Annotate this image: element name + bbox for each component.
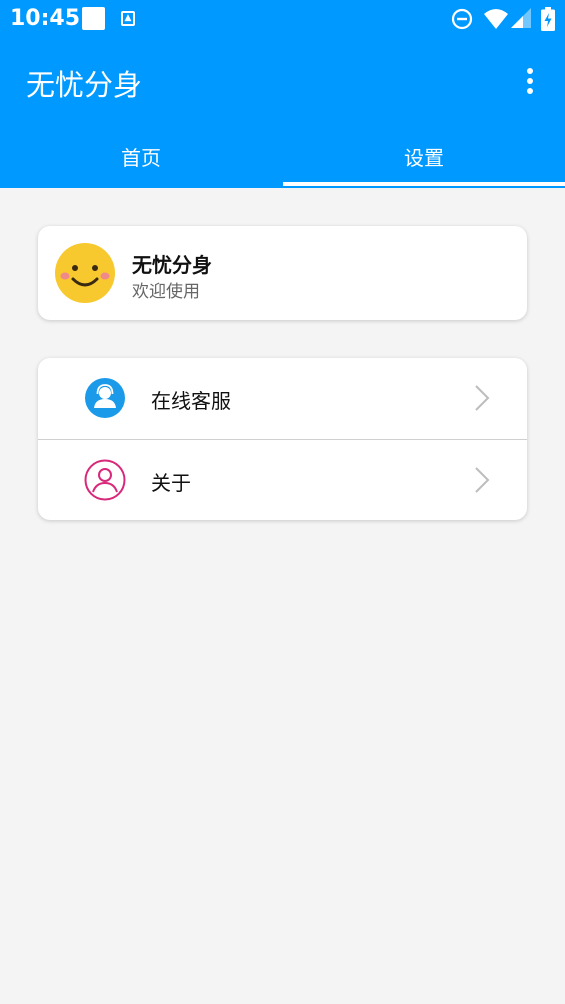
more-vert-icon[interactable] — [520, 65, 540, 99]
profile-name: 无忧分身 — [132, 253, 212, 277]
a-badge-icon: ▲ — [121, 11, 135, 26]
tab-home[interactable]: 首页 — [0, 142, 282, 171]
menu-item-label: 关于 — [151, 471, 191, 495]
signal-icon — [511, 8, 531, 28]
tab-indicator — [283, 182, 565, 186]
app-title: 无忧分身 — [26, 68, 143, 102]
status-bar: 10:45 ▲ — [0, 0, 565, 38]
tab-settings[interactable]: 设置 — [283, 142, 565, 171]
notification-square-icon — [82, 7, 105, 30]
settings-menu: 在线客服 关于 — [38, 358, 527, 520]
profile-card[interactable]: 无忧分身 欢迎使用 — [38, 226, 527, 320]
user-outline-icon — [84, 459, 126, 501]
chevron-right-icon — [475, 467, 490, 493]
wifi-icon — [484, 9, 508, 29]
menu-item-label: 在线客服 — [151, 389, 231, 413]
smiley-face-icon — [55, 243, 115, 303]
profile-subtitle: 欢迎使用 — [132, 282, 200, 302]
customer-service-icon — [85, 378, 125, 418]
chevron-right-icon — [475, 385, 490, 411]
battery-charging-icon — [541, 7, 555, 31]
do-not-disturb-icon — [451, 8, 473, 30]
status-time: 10:45 — [10, 6, 81, 31]
app-bar: 10:45 ▲ 无忧分身 首页 设置 — [0, 0, 565, 188]
menu-item-about[interactable]: 关于 — [38, 440, 527, 521]
menu-item-customer-service[interactable]: 在线客服 — [38, 358, 527, 439]
